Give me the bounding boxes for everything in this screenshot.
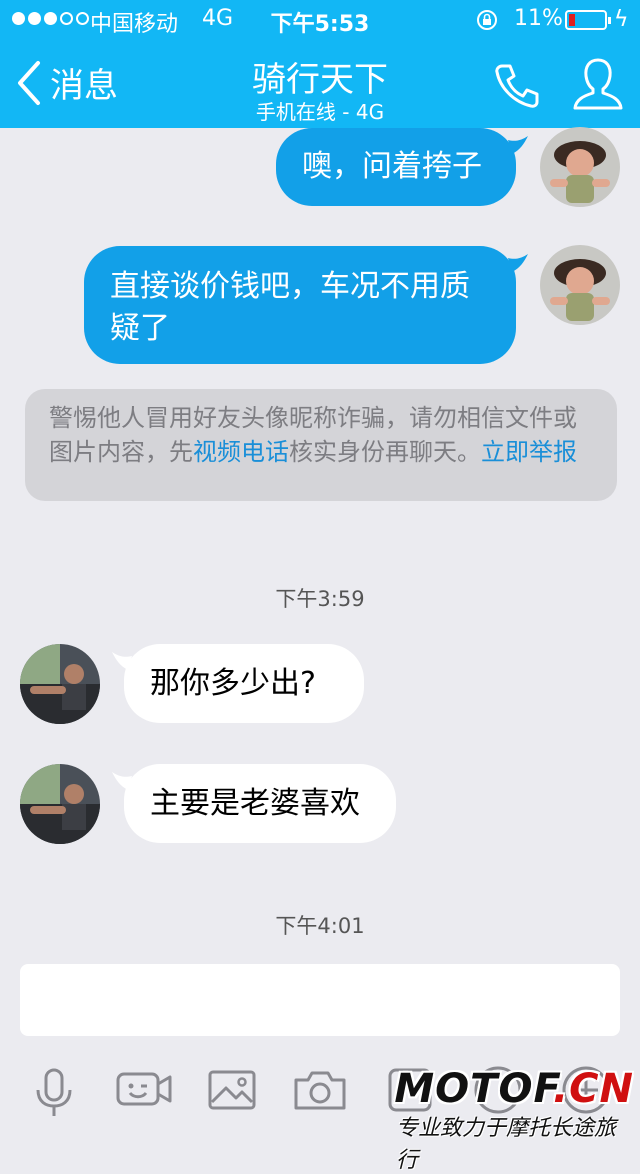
message-text: 主要是老婆喜欢 [150, 786, 360, 821]
security-notice: 警惕他人冒用好友头像昵称诈骗，请勿相信文件或图片内容，先视频电话核实身份再聊天。… [25, 389, 617, 501]
report-link[interactable]: 立即举报 [481, 438, 577, 466]
battery-percent: 11% [514, 6, 563, 31]
profile-icon[interactable] [570, 56, 626, 112]
top-bar: 中国移动 4G 下午5:53 11% ϟ 消息 骑行天下 手机在线 - 4G [0, 0, 640, 128]
rotation-lock-icon [477, 10, 497, 30]
camera-icon[interactable] [290, 1060, 350, 1120]
microphone-icon[interactable] [24, 1060, 84, 1120]
charging-icon: ϟ [614, 7, 629, 32]
battery-icon [565, 10, 611, 30]
message-input[interactable] [20, 964, 620, 1036]
bubble-tail [508, 136, 528, 154]
message-text: 那你多少出? [150, 666, 316, 701]
notice-text-tail: 核实身份再聊天。 [289, 438, 481, 466]
status-bar: 中国移动 4G 下午5:53 11% ϟ [0, 0, 640, 40]
image-icon[interactable] [202, 1060, 262, 1120]
video-emoji-icon[interactable] [114, 1060, 174, 1120]
phone-call-icon[interactable] [492, 60, 542, 110]
timestamp: 下午3:59 [275, 587, 365, 611]
my-avatar[interactable] [540, 127, 620, 207]
video-call-link[interactable]: 视频电话 [193, 438, 289, 466]
my-avatar[interactable] [540, 245, 620, 325]
chat-subtitle: 手机在线 - 4G [255, 100, 385, 124]
chat-title: 骑行天下 [252, 60, 388, 100]
watermark-slogan: 专业致力于摩托长途旅行 [396, 1116, 617, 1173]
contact-avatar[interactable] [20, 644, 100, 724]
timestamp: 下午4:01 [275, 914, 365, 938]
message-text: 直接谈价钱吧，车况不用质疑了 [110, 269, 470, 346]
message-bubble-incoming[interactable]: 主要是老婆喜欢 [124, 764, 396, 843]
contact-avatar[interactable] [20, 764, 100, 844]
watermark-logo: MOTOF.CN [394, 1066, 634, 1112]
message-text: 噢，问着挎子 [302, 149, 482, 184]
message-bubble-outgoing[interactable]: 直接谈价钱吧，车况不用质疑了 [84, 246, 516, 364]
message-bubble-incoming[interactable]: 那你多少出? [124, 644, 364, 723]
message-bubble-outgoing[interactable]: 噢，问着挎子 [276, 128, 516, 206]
watermark: MOTOF.CN 专业致力于摩托长途旅行 [394, 1066, 640, 1173]
bubble-tail [508, 254, 528, 272]
